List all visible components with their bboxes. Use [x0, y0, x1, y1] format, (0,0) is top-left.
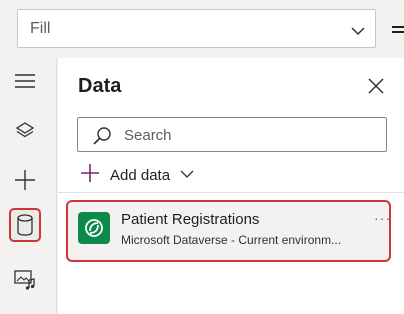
add-data-label: Add data	[110, 166, 171, 184]
search-icon	[92, 126, 112, 151]
media-icon	[14, 270, 35, 290]
more-options-button[interactable]: ···	[374, 210, 391, 226]
data-source-subtitle: Microsoft Dataverse - Current environm..…	[121, 233, 342, 247]
hamburger-menu-button[interactable]	[9, 64, 41, 98]
formula-equals-icon	[392, 26, 404, 34]
tree-view-button[interactable]	[9, 114, 41, 148]
insert-button[interactable]	[9, 163, 41, 197]
plus-icon	[15, 170, 35, 190]
search-placeholder: Search	[124, 127, 172, 144]
plus-icon	[80, 163, 100, 188]
divider	[58, 192, 404, 193]
property-dropdown[interactable]: Fill	[17, 9, 376, 48]
media-button[interactable]	[9, 263, 41, 297]
add-data-button[interactable]: Add data	[80, 162, 194, 188]
chevron-down-icon	[351, 23, 365, 41]
layers-icon	[15, 122, 35, 138]
hamburger-icon	[15, 74, 35, 88]
data-source-name: Patient Registrations	[121, 211, 260, 228]
left-rail	[0, 58, 57, 314]
data-button[interactable]	[9, 208, 41, 242]
database-icon	[17, 214, 33, 236]
panel-title: Data	[78, 75, 122, 97]
close-panel-button[interactable]	[366, 76, 386, 96]
property-dropdown-value: Fill	[30, 20, 51, 37]
chevron-down-icon	[180, 166, 194, 184]
dataverse-icon	[78, 212, 110, 244]
data-source-item[interactable]: Patient Registrations Microsoft Datavers…	[66, 200, 391, 262]
search-input[interactable]: Search	[77, 117, 387, 152]
property-bar: Fill	[0, 0, 404, 58]
data-panel: Data Search Add data Patient Registratio…	[58, 58, 404, 314]
close-icon	[368, 78, 384, 94]
